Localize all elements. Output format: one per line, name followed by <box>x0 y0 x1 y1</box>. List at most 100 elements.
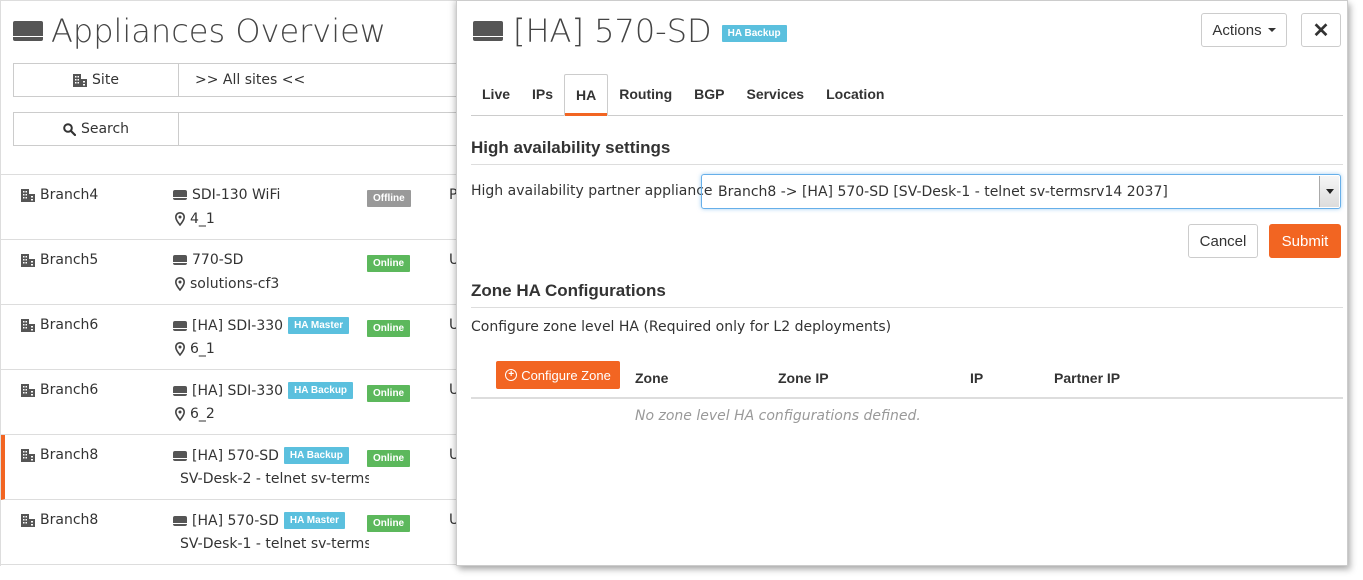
configure-zone-button[interactable]: + Configure Zone <box>496 361 620 389</box>
cancel-button[interactable]: Cancel <box>1188 224 1258 258</box>
row-device: [HA] SDI-330 HA Master <box>173 317 350 334</box>
appliance-icon <box>173 385 187 396</box>
tab-live[interactable]: Live <box>471 73 521 115</box>
row-location: 6_2 <box>175 406 369 422</box>
search-input[interactable] <box>179 113 456 145</box>
row-location-name: SV-Desk-1 - telnet sv-termsrv14 <box>180 536 369 552</box>
appliance-icon <box>173 190 187 200</box>
tab-routing[interactable]: Routing <box>608 73 683 115</box>
zone-ha-heading: Zone HA Configurations <box>471 281 1343 308</box>
tab-bgp[interactable]: BGP <box>683 73 735 115</box>
row-device-name: [HA] SDI-330 <box>192 382 284 399</box>
appliances-overview: Appliances Overview Site >> All sites <<… <box>0 0 456 566</box>
row-site-name: Branch6 <box>40 317 99 333</box>
building-icon <box>21 188 35 202</box>
chevron-down-icon <box>1325 189 1334 194</box>
tab-ha[interactable]: HA <box>564 74 609 116</box>
tab-bar: Live IPs HA Routing BGP Services Locatio… <box>471 73 1343 116</box>
configure-zone-label: Configure Zone <box>521 367 611 383</box>
appliance-detail-panel: [HA] 570-SD HA Backup Actions ✕ Live IPs… <box>456 0 1348 566</box>
row-location: SV-Desk-2 - telnet sv-termsrv14 <box>175 471 369 487</box>
building-icon <box>21 513 35 527</box>
row-site: Branch8 <box>21 512 98 528</box>
building-icon <box>21 383 35 397</box>
row-location-name: SV-Desk-2 - telnet sv-termsrv14 <box>180 471 369 487</box>
row-location: solutions-cf3 <box>175 276 369 292</box>
map-marker-icon <box>175 407 185 421</box>
tab-ips[interactable]: IPs <box>521 73 564 115</box>
building-icon <box>73 73 88 87</box>
site-filter-label: Site <box>92 72 119 88</box>
row-location-name: 4_1 <box>190 211 215 227</box>
submit-button[interactable]: Submit <box>1269 224 1341 258</box>
overview-title-text: Appliances Overview <box>51 12 386 50</box>
row-site: Branch8 <box>21 447 98 463</box>
tab-services[interactable]: Services <box>735 73 815 115</box>
status-badge: Online <box>367 255 411 272</box>
ha-role-badge: HA Master <box>283 512 346 529</box>
table-row[interactable]: Branch6 [HA] SDI-330 HA Backup 6_2 Onlin… <box>1 370 456 435</box>
table-row[interactable]: Branch5 770-SD solutions-cf3 Online U <box>1 240 456 305</box>
row-site-name: Branch4 <box>40 187 99 203</box>
row-site-name: Branch8 <box>40 512 99 528</box>
row-location: 4_1 <box>175 211 369 227</box>
status-badge: Offline <box>367 190 411 207</box>
row-location: 6_1 <box>175 341 369 357</box>
site-filter: Site >> All sites << <box>13 63 456 97</box>
status-badge: Online <box>367 320 411 337</box>
row-location-name: 6_1 <box>190 341 215 357</box>
site-filter-button[interactable]: Site <box>14 64 179 96</box>
map-marker-icon <box>175 212 185 226</box>
building-icon <box>21 448 35 462</box>
close-button[interactable]: ✕ <box>1301 13 1341 47</box>
row-device-name: 770-SD <box>192 252 244 268</box>
select-arrow[interactable] <box>1319 176 1339 207</box>
panel-title-text: [HA] 570-SD <box>513 12 712 50</box>
table-row[interactable]: Branch4 SDI-130 WiFi 4_1 Offline P <box>1 175 456 240</box>
status-badge: Online <box>367 385 411 402</box>
row-device: SDI-130 WiFi <box>173 187 280 203</box>
row-truncated-text: U <box>449 252 456 268</box>
site-filter-select[interactable]: >> All sites << <box>179 64 456 96</box>
search-button[interactable]: Search <box>14 113 179 145</box>
row-site-name: Branch8 <box>40 447 99 463</box>
appliance-list: Branch4 SDI-130 WiFi 4_1 Offline P Branc… <box>1 174 456 565</box>
status-badge: Online <box>367 515 411 532</box>
column-header-zone-ip: Zone IP <box>778 370 829 386</box>
appliance-icon <box>473 21 503 41</box>
search-icon <box>63 122 76 136</box>
row-truncated-text: U <box>449 447 456 463</box>
appliance-icon <box>173 515 187 526</box>
table-row[interactable]: Branch8 [HA] 570-SD HA Master SV-Desk-1 … <box>1 500 456 565</box>
search-label: Search <box>80 121 130 137</box>
row-site-name: Branch6 <box>40 382 99 398</box>
map-marker-icon <box>175 277 185 291</box>
building-icon <box>21 253 35 267</box>
row-truncated-text: U <box>449 382 456 398</box>
ha-role-badge: HA Backup <box>288 382 354 399</box>
appliance-icon <box>173 320 187 331</box>
ha-settings-heading: High availability settings <box>471 138 1343 165</box>
row-truncated-text: U <box>449 317 456 333</box>
column-header-zone: Zone <box>635 370 669 386</box>
tab-location[interactable]: Location <box>815 73 895 115</box>
overview-title: Appliances Overview <box>13 11 386 51</box>
table-row[interactable]: Branch6 [HA] SDI-330 HA Master 6_1 Onlin… <box>1 305 456 370</box>
row-device-name: SDI-130 WiFi <box>192 187 281 203</box>
status-badge: Online <box>367 450 411 467</box>
row-device-name: [HA] SDI-330 <box>192 317 284 334</box>
ha-partner-value: Branch8 -> [HA] 570-SD [SV-Desk-1 - teln… <box>718 183 1168 200</box>
ha-partner-select[interactable]: Branch8 -> [HA] 570-SD [SV-Desk-1 - teln… <box>701 174 1341 209</box>
table-row-selected[interactable]: Branch8 [HA] 570-SD HA Backup SV-Desk-2 … <box>1 435 456 500</box>
building-icon <box>21 318 35 332</box>
actions-label: Actions <box>1212 21 1262 39</box>
row-site: Branch5 <box>21 252 98 268</box>
panel-title: [HA] 570-SD HA Backup <box>473 11 787 51</box>
row-device: [HA] SDI-330 HA Backup <box>173 382 354 399</box>
column-header-ip: IP <box>970 370 984 386</box>
row-site: Branch6 <box>21 317 98 333</box>
ha-role-badge: HA Backup <box>721 24 787 42</box>
row-device: [HA] 570-SD HA Backup <box>173 447 349 464</box>
actions-dropdown-button[interactable]: Actions <box>1201 13 1287 47</box>
plus-circle-icon: + <box>505 369 518 381</box>
